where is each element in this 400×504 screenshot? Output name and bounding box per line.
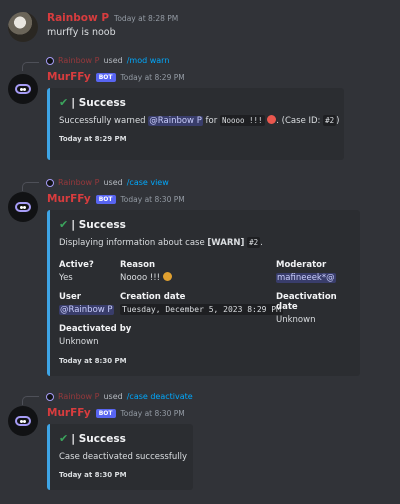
timestamp: Today at 8:28 PM (114, 14, 179, 23)
embed-description: Displaying information about case [WARN]… (59, 237, 350, 248)
mini-avatar-icon (46, 56, 54, 65)
field-deactivated-by: Deactivated by Unknown (59, 324, 131, 347)
check-icon: ✔ (59, 218, 69, 231)
message-2: Rainbow P used /mod warn MurFFy BOT Toda… (0, 54, 400, 166)
embed-footer: Today at 8:29 PM (59, 135, 127, 143)
case-id: #2 (247, 237, 261, 248)
bot-avatar[interactable] (8, 74, 38, 104)
bot-avatar[interactable] (8, 406, 38, 436)
reply-used-label: used (103, 392, 123, 401)
robot-face-icon (15, 416, 31, 426)
field-active: Active? Yes (59, 260, 94, 283)
user-avatar[interactable] (8, 12, 38, 42)
embed-title-text: | Success (71, 96, 126, 109)
command-reply[interactable]: Rainbow P used /case view (46, 178, 169, 187)
timestamp: Today at 8:30 PM (120, 409, 185, 418)
field-deactivated-by-value: Unknown (59, 337, 99, 347)
message-text: murffy is noob (47, 27, 116, 38)
case-close: ) (336, 116, 340, 126)
check-icon: ✔ (59, 96, 69, 109)
desc-prefix: Successfully warned (59, 116, 146, 126)
command-reply[interactable]: Rainbow P used /case deactivate (46, 392, 193, 401)
reason-code: Noooo !!! (219, 115, 265, 126)
reply-user[interactable]: Rainbow P (58, 392, 99, 401)
case-id: #2 (323, 115, 337, 126)
success-embed: ✔ | Success Successfully warned @Rainbow… (47, 88, 344, 160)
embed-description: Successfully warned @Rainbow P for Noooo… (59, 115, 339, 126)
command-link[interactable]: /case deactivate (127, 392, 193, 401)
field-deactivation-date: Deactivation date Unknown (276, 292, 360, 325)
reply-used-label: used (103, 178, 123, 187)
command-link[interactable]: /mod warn (127, 56, 170, 65)
mini-avatar-icon (46, 178, 54, 187)
message-4: Rainbow P used /case deactivate MurFFy B… (0, 388, 400, 498)
field-creation-date: Creation date Tuesday, December 5, 2023 … (120, 292, 283, 315)
timestamp: Today at 8:29 PM (120, 73, 185, 82)
robot-face-icon (15, 84, 31, 94)
embed-title: ✔ | Success (59, 96, 334, 109)
timestamp: Today at 8:30 PM (120, 195, 185, 204)
reply-connector (22, 62, 39, 71)
crying-laughing-icon (162, 272, 172, 281)
embed-footer: Today at 8:30 PM (59, 471, 127, 479)
embed-title: ✔ | Success (59, 432, 183, 445)
command-link[interactable]: /case view (127, 178, 169, 187)
embed-description: Case deactivated successfully (59, 452, 187, 462)
author-name[interactable]: Rainbow P (47, 12, 109, 24)
field-active-value: Yes (59, 273, 73, 283)
field-moderator: Moderator mafineeek*@ (276, 260, 336, 283)
desc-suffix: . (260, 238, 263, 248)
message-1: Rainbow P Today at 8:28 PM murffy is noo… (0, 0, 400, 50)
user-mention[interactable]: @Rainbow P (148, 116, 203, 126)
embed-title-text: | Success (71, 218, 126, 231)
case-type: [WARN] (207, 238, 245, 248)
reply-used-label: used (103, 56, 123, 65)
field-deactivation-name: Deactivation date (276, 292, 337, 312)
field-moderator-name: Moderator (276, 260, 327, 270)
bot-badge: BOT (95, 195, 116, 204)
bot-badge: BOT (95, 73, 116, 82)
embed-title-text: | Success (71, 432, 126, 445)
author-name[interactable]: MurFFy (47, 193, 91, 205)
success-embed: ✔ | Success Case deactivated successfull… (47, 424, 193, 490)
desc-for: for (205, 116, 218, 126)
reply-user[interactable]: Rainbow P (58, 178, 99, 187)
embed-title: ✔ | Success (59, 218, 350, 231)
field-active-name: Active? (59, 260, 94, 270)
moderator-mention[interactable]: mafineeek*@ (276, 273, 336, 283)
field-creation-name: Creation date (120, 292, 186, 302)
author-name[interactable]: MurFFy (47, 407, 91, 419)
desc-prefix: Displaying information about case (59, 238, 205, 248)
field-reason-value: Noooo !!! (120, 273, 161, 283)
bot-badge: BOT (95, 409, 116, 418)
field-deactivation-value: Unknown (276, 315, 316, 325)
bot-avatar[interactable] (8, 192, 38, 222)
check-icon: ✔ (59, 432, 69, 445)
field-reason: Reason Noooo !!! (120, 260, 172, 283)
creation-timestamp: Tuesday, December 5, 2023 8:29 PM (120, 304, 283, 315)
command-reply[interactable]: Rainbow P used /mod warn (46, 56, 169, 65)
angry-face-icon (267, 115, 277, 124)
success-embed: ✔ | Success Displaying information about… (47, 210, 360, 376)
user-mention[interactable]: @Rainbow P (59, 305, 114, 315)
author-name[interactable]: MurFFy (47, 71, 91, 83)
robot-face-icon (15, 202, 31, 212)
embed-footer: Today at 8:30 PM (59, 357, 127, 365)
message-3: Rainbow P used /case view MurFFy BOT Tod… (0, 174, 400, 380)
reply-user[interactable]: Rainbow P (58, 56, 99, 65)
reply-connector (22, 182, 39, 191)
case-suffix: . (Case ID: (276, 116, 321, 126)
field-user: User @Rainbow P (59, 292, 114, 315)
mini-avatar-icon (46, 392, 54, 401)
field-user-name: User (59, 292, 81, 302)
field-reason-name: Reason (120, 260, 155, 270)
reply-connector (22, 396, 39, 405)
field-reason-value-wrap: Noooo !!! (120, 272, 172, 283)
field-deactivated-by-name: Deactivated by (59, 324, 132, 334)
